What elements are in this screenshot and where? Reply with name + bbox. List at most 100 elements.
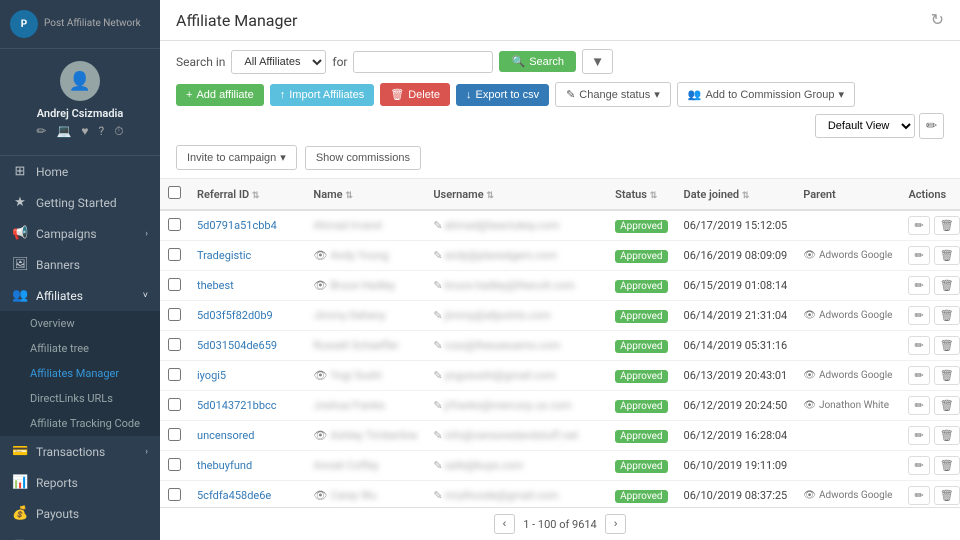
col-date-joined[interactable]: Date joined ⇅ [676,179,796,210]
edit-button[interactable]: ✏ [908,246,929,265]
sidebar-item-affiliate-tree[interactable]: Affiliate tree [0,336,160,361]
row-username: ✎mrythcode@gmail.com [425,481,607,508]
sidebar-item-home[interactable]: ⊞ Home [0,156,160,187]
change-status-button[interactable]: ✎ Change status ▾ [555,82,671,107]
help-icon[interactable]: ? [99,124,105,139]
add-commission-button[interactable]: 👥 Add to Commission Group ▾ [677,82,855,107]
col-username[interactable]: Username ⇅ [425,179,607,210]
row-select-checkbox[interactable] [168,338,181,351]
status-badge: Approved [615,370,667,383]
clock-icon[interactable]: ⏱ [114,124,123,139]
edit-button[interactable]: ✏ [908,306,929,325]
edit-button[interactable]: ✏ [908,276,929,295]
row-select-checkbox[interactable] [168,458,181,471]
refresh-button[interactable]: ↻ [931,10,944,30]
row-referral-id: 5d03f5f82d0b9 [189,301,305,331]
col-referral-id[interactable]: Referral ID ⇅ [189,179,305,210]
row-select-checkbox[interactable] [168,218,181,231]
col-status[interactable]: Status ⇅ [607,179,675,210]
next-page-button[interactable]: › [605,514,627,534]
sidebar-item-payouts[interactable]: 💰 Payouts [0,498,160,529]
row-select-checkbox[interactable] [168,308,181,321]
row-date: 06/12/2019 16:28:04 [676,421,796,451]
table-row: thebuyfund Annali Coffey ✎safe@buys.com … [160,451,960,481]
delete-row-button[interactable]: 🗑 [934,486,960,505]
edit-button[interactable]: ✏ [908,396,929,415]
row-select-checkbox[interactable] [168,248,181,261]
adwords-icon: 👁 [803,250,816,261]
row-username: ✎ahmad@teactukey.com [425,210,607,241]
show-commissions-button[interactable]: Show commissions [305,146,421,170]
status-badge: Approved [615,340,667,353]
row-select-checkbox[interactable] [168,368,181,381]
row-name: 👁Ashley Timberline [305,421,425,451]
row-select-checkbox[interactable] [168,488,181,501]
view-dropdown[interactable]: Default View [815,114,915,138]
add-affiliate-button[interactable]: + Add affiliate [176,84,264,106]
col-name[interactable]: Name ⇅ [305,179,425,210]
edit-button[interactable]: ✏ [908,336,929,355]
edit-button[interactable]: ✏ [908,366,929,385]
delete-row-button[interactable]: 🗑 [934,276,960,295]
select-all-checkbox[interactable] [168,186,181,199]
username-text: ahmad@teactukey.com [445,219,560,232]
delete-row-button[interactable]: 🗑 [934,396,960,415]
sidebar-item-overview[interactable]: Overview [0,311,160,336]
sidebar-item-affiliates-manager[interactable]: Affiliates Manager [0,361,160,386]
heart-icon[interactable]: ♥ [81,124,88,139]
delete-row-button[interactable]: 🗑 [934,456,960,475]
delete-row-button[interactable]: 🗑 [934,306,960,325]
edit-button[interactable]: ✏ [908,456,929,475]
delete-row-button[interactable]: 🗑 [934,366,960,385]
delete-button[interactable]: 🗑 Delete [380,83,450,106]
export-csv-button[interactable]: ↓ Export to csv [456,84,549,106]
sidebar-item-label: Transactions [36,445,105,459]
row-select-checkbox[interactable] [168,398,181,411]
invite-campaign-button[interactable]: Invite to campaign ▾ [176,145,297,170]
chevron-right-icon: › [145,229,148,239]
search-in-label: Search in [176,55,225,69]
sort-icon: ⇅ [486,191,494,201]
overview-label: Overview [30,317,75,330]
edit-button[interactable]: ✏ [908,216,929,235]
edit-icon: ✎ [433,489,442,502]
delete-row-button[interactable]: 🗑 [934,216,960,235]
sidebar-item-directlinks[interactable]: DirectLinks URLs [0,386,160,411]
edit-profile-icon[interactable]: ✏ [36,124,46,139]
sidebar-item-campaigns[interactable]: 📢 Campaigns › [0,218,160,249]
delete-row-button[interactable]: 🗑 [934,426,960,445]
name-text: Yogi Sushi [330,369,381,382]
sidebar-item-tracking-code[interactable]: Affiliate Tracking Code [0,411,160,436]
delete-row-button[interactable]: 🗑 [934,246,960,265]
import-affiliates-button[interactable]: ↑ Import Affiliates [270,84,375,106]
edit-button[interactable]: ✏ [908,486,929,505]
sidebar-item-emails[interactable]: ✉ Emails [0,529,160,540]
delete-row-button[interactable]: 🗑 [934,336,960,355]
row-checkbox [160,391,189,421]
row-select-checkbox[interactable] [168,428,181,441]
row-actions: ✏ 🗑 [900,481,960,508]
search-input[interactable] [353,51,493,73]
sidebar-item-getting-started[interactable]: ★ Getting Started [0,187,160,218]
row-select-checkbox[interactable] [168,278,181,291]
search-button[interactable]: 🔍 Search [499,51,576,72]
edit-button[interactable]: ✏ [908,426,929,445]
sidebar-item-reports[interactable]: 📊 Reports [0,467,160,498]
export-label: Export to csv [476,89,540,101]
filter-button[interactable]: ▼ [582,49,613,74]
edit-view-button[interactable]: ✏ [919,113,944,139]
parent-tag: 👁 Adwords Google [803,490,892,501]
col-parent[interactable]: Parent [795,179,900,210]
sidebar-item-transactions[interactable]: 💳 Transactions › [0,436,160,467]
row-username: ✎safe@buys.com [425,451,607,481]
row-actions: ✏ 🗑 [900,241,960,271]
sidebar-item-banners[interactable]: 🖼 Banners [0,249,160,280]
row-parent: 👁 Adwords Google [795,241,900,271]
sort-icon: ⇅ [252,191,260,201]
sidebar-item-affiliates[interactable]: 👥 Affiliates ˅ [0,280,160,311]
prev-page-button[interactable]: ‹ [494,514,516,534]
search-select[interactable]: All Affiliates [231,50,326,74]
row-checkbox [160,451,189,481]
chevron-down-icon: ▾ [654,88,660,101]
desktop-icon[interactable]: 💻 [56,124,71,139]
